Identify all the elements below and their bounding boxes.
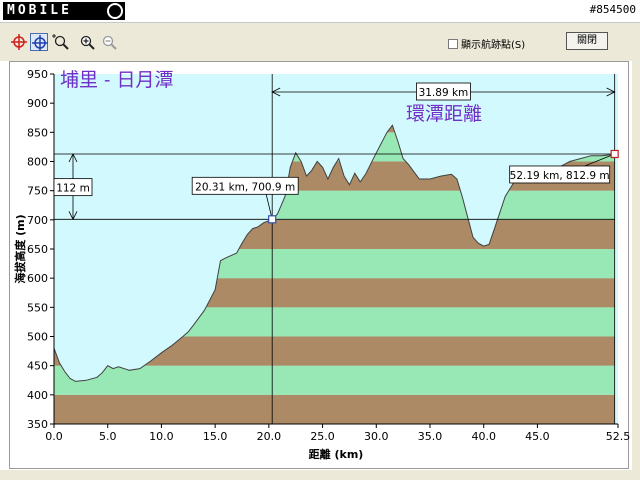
x-tick-label: 0.0 <box>45 430 63 443</box>
window-bottom-edge <box>0 470 640 480</box>
crosshair-red-icon[interactable] <box>10 33 28 51</box>
y-tick-label: 450 <box>27 360 48 373</box>
elevation-band <box>54 365 615 395</box>
elevation-chart-panel: 0.0 5.0 10.0 15.0 20.0 25.0 30.0 35.0 40.0 45.0 52… <box>9 61 630 469</box>
elevation-profile-chart: 0.0 5.0 10.0 15.0 20.0 25.0 30.0 35.0 40.0 45.0 52… <box>13 68 630 461</box>
y-tick-label: 950 <box>27 68 48 81</box>
y-tick-label: 900 <box>27 97 48 110</box>
x-tick-label: 45.0 <box>525 430 550 443</box>
x-tick-label: 40.0 <box>471 430 496 443</box>
toolbar: 顯示航跡點(S) 關閉 <box>0 23 640 61</box>
x-tick-label: 35.0 <box>418 430 443 443</box>
y-tick-label: 350 <box>27 418 48 431</box>
elevation-diff-label: 112 m <box>56 183 90 195</box>
loop-distance-label: 環潭距離 <box>406 103 482 125</box>
x-axis-label: 距離 (km) <box>309 447 364 461</box>
y-tick-label: 850 <box>27 126 48 139</box>
close-button[interactable]: 關閉 <box>566 32 608 50</box>
window-edge <box>632 60 640 480</box>
y-tick-label: 800 <box>27 156 48 169</box>
window-id: #854500 <box>589 3 636 16</box>
crosshair-blue-icon[interactable] <box>30 33 48 51</box>
x-axis-ticks: 0.0 5.0 10.0 15.0 20.0 25.0 30.0 35.0 40.0 45.0 52… <box>45 424 630 443</box>
show-track-label: 顯示航跡點(S) <box>461 40 526 51</box>
y-tick-label: 750 <box>27 185 48 198</box>
app-logo-text: MOBILE <box>7 3 72 18</box>
y-tick-label: 650 <box>27 243 48 256</box>
x-tick-label: 25.0 <box>310 430 335 443</box>
zoom-in-icon[interactable] <box>78 33 96 51</box>
x-tick-label: 5.0 <box>99 430 117 443</box>
point-a-marker[interactable] <box>268 215 277 224</box>
title-bar: MOBILE #854500 <box>0 0 640 23</box>
x-tick-label: 20.0 <box>257 430 282 443</box>
point-b-label: 52.19 km, 812.9 m <box>510 170 610 182</box>
zoom-cursor-icon[interactable] <box>52 33 70 51</box>
zoom-out-icon[interactable] <box>100 33 118 51</box>
y-tick-label: 600 <box>27 272 48 285</box>
x-tick-label: 10.0 <box>149 430 174 443</box>
y-tick-label: 550 <box>27 301 48 314</box>
y-tick-label: 500 <box>27 331 48 344</box>
elevation-band <box>54 394 615 424</box>
distance-span-label: 31.89 km <box>419 87 469 99</box>
point-a-label: 20.31 km, 700.9 m <box>195 181 295 193</box>
y-axis-ticks: 350 400 450 500 550 600 650 700 750 800 850 900 950 <box>27 68 54 431</box>
app-logo: MOBILE <box>3 2 125 20</box>
point-b-marker[interactable] <box>610 149 619 159</box>
gps-logo-icon <box>107 3 123 19</box>
y-axis-label: 海拔高度 (m) <box>13 214 27 283</box>
x-tick-label: 30.0 <box>364 430 389 443</box>
y-tick-label: 400 <box>27 389 48 402</box>
x-tick-label: 15.0 <box>203 430 228 443</box>
show-track-toggle[interactable]: 顯示航跡點(S) <box>448 36 525 51</box>
y-tick-label: 700 <box>27 214 48 227</box>
show-track-checkbox[interactable] <box>448 38 458 49</box>
x-tick-label: 52.5 <box>606 430 630 443</box>
route-start-end-label: 埔里 - 日月潭 <box>60 69 174 91</box>
